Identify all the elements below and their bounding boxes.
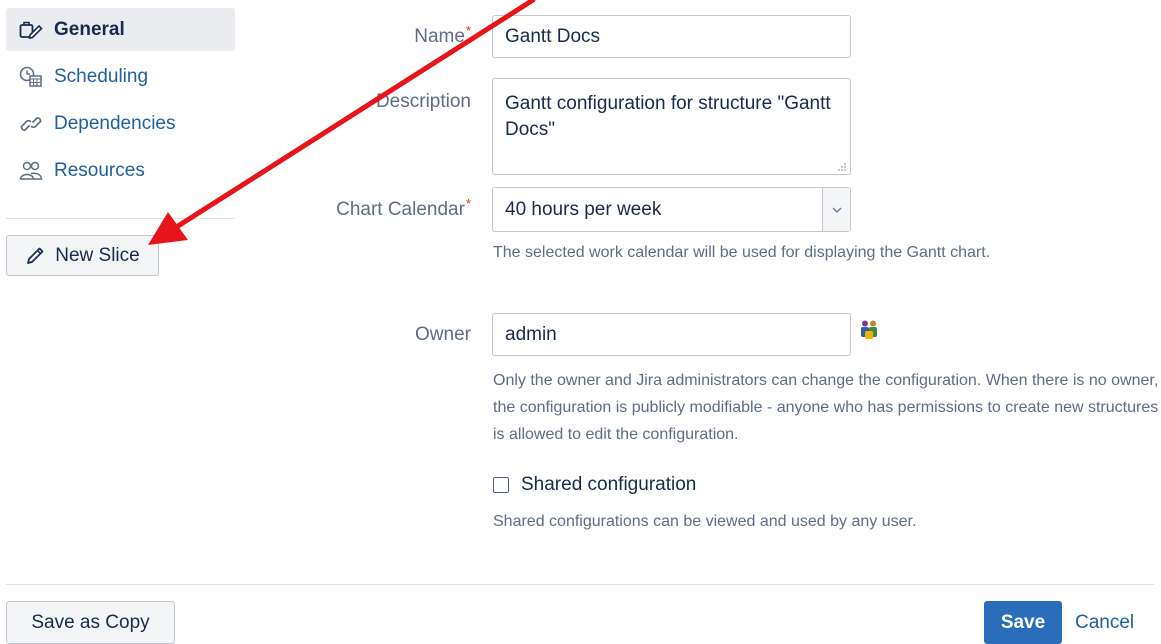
- required-mark: *: [465, 23, 471, 38]
- calendar-help-text: The selected work calendar will be used …: [493, 244, 991, 261]
- link-icon: [18, 113, 44, 135]
- sidebar-item-label: Scheduling: [54, 65, 149, 87]
- sidebar-divider: [6, 218, 235, 219]
- footer-divider: [6, 584, 1154, 585]
- checkbox-box[interactable]: [493, 477, 509, 493]
- sidebar-item-resources[interactable]: Resources: [6, 149, 235, 192]
- resize-handle-icon[interactable]: [837, 162, 847, 172]
- sidebar-item-general[interactable]: General: [6, 8, 235, 51]
- name-input[interactable]: Gantt Docs: [492, 15, 851, 58]
- sidebar-item-label: General: [54, 18, 125, 40]
- owner-help-text: Only the owner and Jira administrators c…: [493, 372, 1159, 443]
- calendar-label-text: Chart Calendar: [336, 199, 465, 220]
- owner-input[interactable]: admin: [492, 313, 851, 356]
- user-picker-icon[interactable]: [858, 319, 880, 347]
- calendar-select-value: 40 hours per week: [505, 198, 662, 220]
- new-slice-label: New Slice: [55, 244, 140, 266]
- sidebar-item-dependencies[interactable]: Dependencies: [6, 102, 235, 145]
- calendar-select[interactable]: 40 hours per week: [492, 187, 851, 232]
- name-label: Name*: [271, 23, 471, 48]
- shared-help-text: Shared configurations can be viewed and …: [493, 513, 917, 530]
- sidebar-item-label: Dependencies: [54, 112, 176, 134]
- sidebar-item-scheduling[interactable]: Scheduling: [6, 55, 235, 98]
- calendar-label: Chart Calendar*: [271, 196, 471, 221]
- calendar-clock-icon: [18, 66, 44, 88]
- cancel-link[interactable]: Cancel: [1075, 612, 1134, 634]
- chevron-down-icon[interactable]: [822, 188, 850, 231]
- name-input-value: Gantt Docs: [505, 25, 601, 47]
- users-icon: [18, 160, 44, 182]
- description-textarea-value: Gantt configuration for structure "Gantt…: [505, 93, 831, 140]
- description-label: Description: [375, 91, 471, 112]
- name-label-text: Name: [414, 26, 465, 47]
- save-button[interactable]: Save: [984, 601, 1062, 644]
- owner-input-value: admin: [505, 323, 557, 345]
- edit-settings-icon: [18, 19, 44, 41]
- shared-configuration-label: Shared configuration: [521, 474, 697, 495]
- shared-configuration-checkbox[interactable]: Shared configuration: [493, 474, 696, 496]
- description-textarea[interactable]: Gantt configuration for structure "Gantt…: [492, 78, 851, 175]
- owner-label: Owner: [415, 324, 471, 345]
- new-slice-button[interactable]: New Slice: [6, 235, 159, 276]
- pencil-icon: [25, 246, 45, 266]
- required-mark: *: [465, 196, 471, 211]
- sidebar-item-label: Resources: [54, 159, 145, 181]
- save-as-copy-button[interactable]: Save as Copy: [6, 601, 175, 644]
